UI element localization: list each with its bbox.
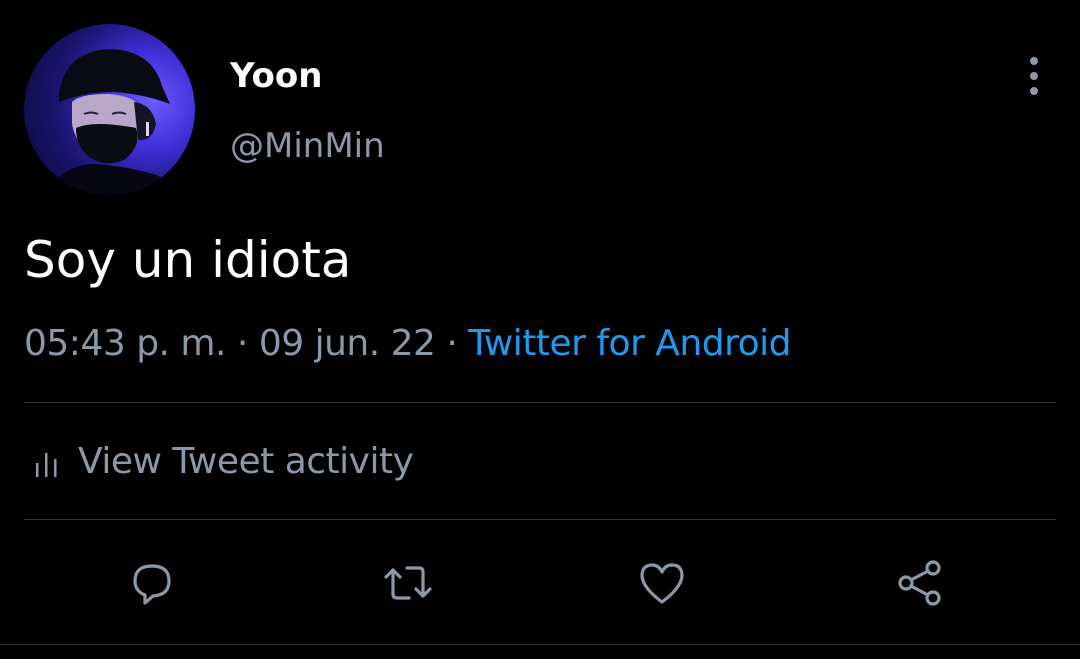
tweet-source-link[interactable]: Twitter for Android <box>468 323 791 364</box>
more-vertical-icon-dot <box>1030 87 1038 95</box>
divider <box>24 402 1056 403</box>
divider <box>24 519 1056 520</box>
meta-separator: · <box>446 323 458 364</box>
share-icon <box>898 560 941 606</box>
share-button[interactable] <box>890 553 950 613</box>
divider <box>0 644 1080 645</box>
view-tweet-activity-label: View Tweet activity <box>78 441 414 482</box>
retweet-icon <box>384 566 432 600</box>
tweet-date[interactable]: 09 jun. 22 <box>259 323 436 364</box>
more-options-button[interactable] <box>1010 52 1058 100</box>
meta-separator: · <box>236 323 248 364</box>
tweet-metadata: 05:43 p. m. · 09 jun. 22 · Twitter for A… <box>24 318 791 370</box>
more-vertical-icon <box>1030 57 1038 65</box>
tweet-detail: Yoon @MinMin Soy un idiota 05:43 p. m. ·… <box>0 0 1080 659</box>
profile-photo <box>44 49 184 195</box>
tweet-text: Soy un idiota <box>24 231 352 289</box>
author-display-name[interactable]: Yoon <box>230 52 322 100</box>
reply-button[interactable] <box>122 553 182 613</box>
reply-icon <box>133 564 171 605</box>
like-icon <box>640 563 684 604</box>
retweet-button[interactable] <box>378 553 438 613</box>
analytics-icon <box>36 453 57 477</box>
like-button[interactable] <box>632 553 692 613</box>
more-vertical-icon-dot <box>1030 72 1038 80</box>
author-handle[interactable]: @MinMin <box>230 122 385 170</box>
view-tweet-activity-button[interactable]: View Tweet activity <box>34 436 414 488</box>
avatar[interactable] <box>24 24 195 195</box>
tweet-time[interactable]: 05:43 p. m. <box>24 323 226 364</box>
